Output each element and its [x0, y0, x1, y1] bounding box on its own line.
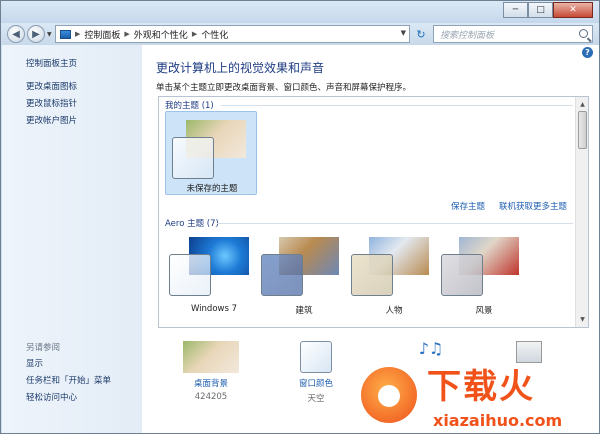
- scroll-thumb[interactable]: [578, 111, 587, 149]
- watermark-brand: 下载火: [427, 367, 535, 407]
- navigation-bar: ◀ ▶ ▼ ▶ 控制面板 ▶ 外观和个性化 ▶ 个性化 ▼ ↻ 搜索控制面板: [1, 23, 599, 45]
- breadcrumb-separator-icon[interactable]: ▶: [75, 30, 80, 38]
- watermark-logo: 下载火 xiazaihuo.com: [353, 351, 600, 434]
- page-subtitle: 单击某个主题立即更改桌面背景、窗口颜色、声音和屏幕保护程序。: [156, 83, 412, 93]
- desktop-background-label: 桌面背景: [193, 379, 228, 389]
- theme-tile-unsaved[interactable]: 未保存的主题: [165, 111, 257, 195]
- theme-label: Windows 7: [190, 304, 238, 314]
- maximize-button[interactable]: □: [528, 2, 553, 18]
- group-my-themes: 我的主题 (1): [165, 101, 214, 111]
- see-also-display[interactable]: 显示: [26, 357, 43, 369]
- window-color-swatch: [169, 254, 211, 296]
- theme-label: 建筑: [295, 306, 313, 316]
- window-color-swatch: [351, 254, 393, 296]
- close-button[interactable]: ✕: [553, 2, 593, 18]
- see-also-header: 另请参阅: [26, 343, 61, 353]
- get-more-themes-link[interactable]: 联机获取更多主题: [499, 200, 567, 212]
- history-dropdown-icon[interactable]: ▼: [47, 31, 52, 38]
- address-bar[interactable]: ▶ 控制面板 ▶ 外观和个性化 ▶ 个性化 ▼: [55, 25, 410, 43]
- window-color-button[interactable]: 窗口颜色 天空: [292, 341, 340, 404]
- see-also-taskbar[interactable]: 任务栏和「开始」菜单: [26, 374, 111, 386]
- window-color-swatch: [261, 254, 303, 296]
- page-title: 更改计算机上的视觉效果和声音: [156, 61, 325, 75]
- breadcrumb-separator-icon[interactable]: ▶: [192, 30, 197, 38]
- control-panel-icon: [60, 29, 71, 39]
- scroll-down-icon[interactable]: ▼: [577, 313, 588, 325]
- minimize-button[interactable]: ─: [503, 2, 528, 18]
- forward-button[interactable]: ▶: [27, 25, 45, 43]
- group-divider: [217, 223, 573, 224]
- search-input[interactable]: 搜索控制面板: [433, 25, 593, 43]
- breadcrumb-separator-icon[interactable]: ▶: [124, 30, 129, 38]
- theme-list-scrollbar[interactable]: ▲ ▼: [575, 97, 588, 327]
- watermark-url: xiazaihuo.com: [433, 411, 563, 430]
- window-color-value: 天空: [307, 394, 325, 404]
- desktop-background-icon: [183, 341, 239, 373]
- search-placeholder: 搜索控制面板: [440, 30, 495, 41]
- desktop-background-button[interactable]: 桌面背景 424205: [182, 341, 240, 402]
- theme-label: 风景: [475, 306, 493, 316]
- sidebar-link-mouse-pointers[interactable]: 更改鼠标指针: [26, 97, 77, 109]
- window: ─ □ ✕ ◀ ▶ ▼ ▶ 控制面板 ▶ 外观和个性化 ▶ 个性化 ▼ ↻ 搜索…: [0, 0, 600, 434]
- window-controls: ─ □ ✕: [503, 2, 593, 18]
- window-color-label: 窗口颜色: [298, 379, 333, 389]
- save-theme-link[interactable]: 保存主题: [451, 200, 485, 212]
- breadcrumb-appearance[interactable]: 外观和个性化: [134, 28, 188, 41]
- address-dropdown-icon[interactable]: ▼: [401, 29, 406, 37]
- sidebar-link-desktop-icons[interactable]: 更改桌面图标: [26, 80, 77, 92]
- group-divider: [221, 105, 573, 106]
- window-color-swatch: [172, 137, 214, 179]
- window-color-icon: [300, 341, 332, 373]
- scroll-up-icon[interactable]: ▲: [577, 98, 588, 110]
- back-button[interactable]: ◀: [7, 25, 25, 43]
- see-also-ease-of-access[interactable]: 轻松访问中心: [26, 391, 77, 403]
- sidebar-link-control-panel-home[interactable]: 控制面板主页: [26, 57, 77, 69]
- breadcrumb-control-panel[interactable]: 控制面板: [84, 28, 120, 41]
- help-icon[interactable]: ?: [582, 47, 593, 58]
- window-color-swatch: [441, 254, 483, 296]
- breadcrumb-personalization[interactable]: 个性化: [201, 28, 228, 41]
- refresh-button[interactable]: ↻: [413, 27, 429, 41]
- search-icon[interactable]: [579, 29, 588, 38]
- flame-icon: [361, 367, 417, 423]
- group-aero-themes: Aero 主题 (7): [165, 219, 219, 229]
- theme-list: 我的主题 (1) 未保存的主题 保存主题 联机获取更多主题 Aero 主题 (7…: [158, 96, 589, 328]
- desktop-background-value: 424205: [194, 392, 228, 402]
- sidebar-link-account-picture[interactable]: 更改帐户图片: [26, 114, 77, 126]
- left-pane: 控制面板主页 更改桌面图标 更改鼠标指针 更改帐户图片 另请参阅 显示 任务栏和…: [2, 45, 142, 433]
- title-bar: ─ □ ✕: [1, 1, 599, 23]
- theme-label: 人物: [385, 306, 403, 316]
- theme-label: 未保存的主题: [186, 184, 238, 194]
